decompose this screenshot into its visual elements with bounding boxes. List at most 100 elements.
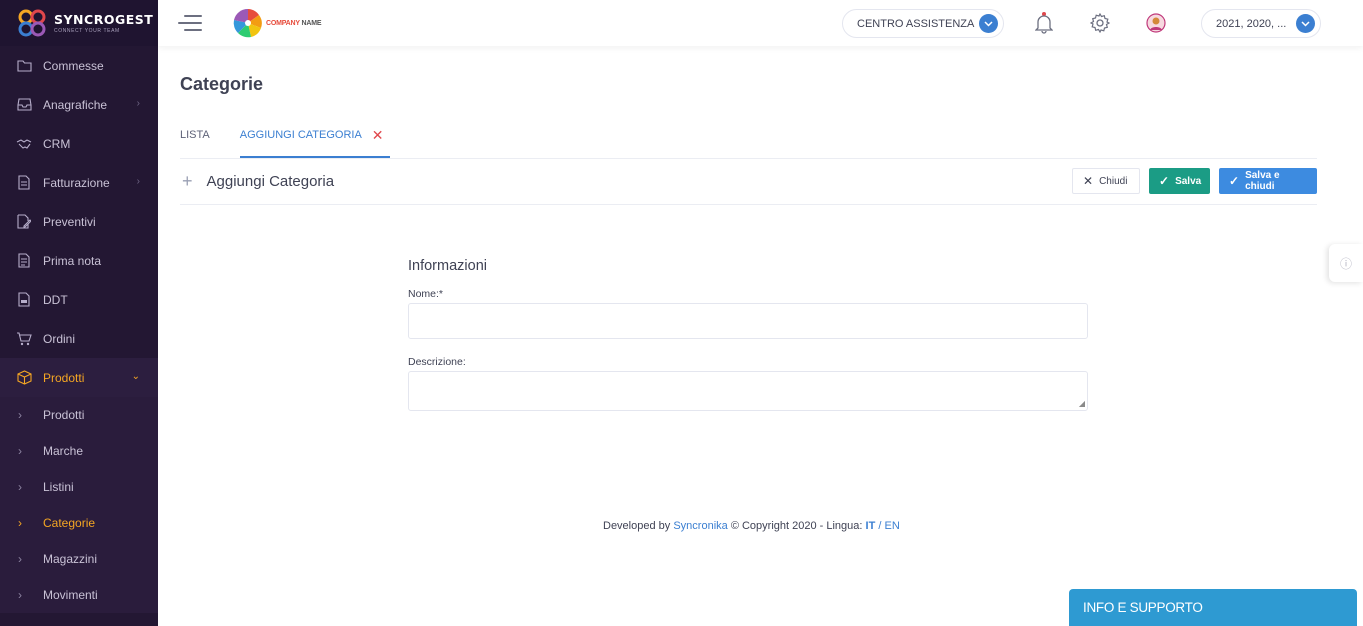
sidebar-subitem-label: Marche [43,444,84,458]
inbox-icon [16,97,32,113]
brand[interactable]: SYNCROGEST CONNECT YOUR TEAM [0,0,158,46]
tabs: LISTA AGGIUNGI CATEGORIA ✕ [180,122,420,159]
box-icon [16,370,32,386]
sidebar-subitem-listini[interactable]: › Listini [0,469,158,505]
sidebar-nav: Commesse Anagrafiche › CRM Fatturazione … [0,46,158,613]
sidebar-subitem-label: Movimenti [43,588,98,602]
chevron-down-icon: ⌄ [131,371,140,382]
support-center-label: CENTRO ASSISTENZA [857,17,975,30]
close-tab-icon[interactable]: ✕ [372,128,384,142]
sidebar-subitem-prodotti[interactable]: › Prodotti [0,397,158,433]
sidebar-subitem-categorie[interactable]: › Categorie [0,505,158,541]
resize-handle-icon[interactable]: ◢ [1079,399,1085,408]
sidebar-item-crm[interactable]: CRM [0,124,158,163]
tab-label: LISTA [180,129,210,141]
notification-bell-icon[interactable] [1033,12,1055,34]
lang-en-link[interactable]: EN [885,520,900,532]
sidebar: SYNCROGEST CONNECT YOUR TEAM Commesse An… [0,0,158,626]
save-button[interactable]: ✓ Salva [1149,168,1210,194]
save-button-label: Salva [1175,175,1202,187]
sidebar-item-label: Prodotti [43,370,85,385]
sidebar-item-anagrafiche[interactable]: Anagrafiche › [0,85,158,124]
save-and-close-button-label: Salva e chiudi [1245,170,1280,192]
sidebar-item-fatturazione[interactable]: Fatturazione › [0,163,158,202]
name-input[interactable] [408,303,1088,339]
sidebar-item-prodotti[interactable]: Prodotti ⌄ [0,358,158,397]
close-button-label: Chiudi [1099,175,1128,187]
close-icon: ✕ [1083,174,1094,188]
chevron-right-icon: › [136,98,140,109]
footer: Developed by Syncronika © Copyright 2020… [603,520,900,532]
chevron-right-icon: › [18,480,22,494]
info-panel-toggle[interactable]: ⓘ [1329,244,1363,282]
settings-gear-icon[interactable] [1089,12,1111,34]
chevron-down-icon [979,14,998,33]
sidebar-item-preventivi[interactable]: Preventivi [0,202,158,241]
user-avatar[interactable] [1145,12,1167,34]
sidebar-subitem-label: Magazzini [43,552,98,566]
info-circle-icon: ⓘ [1339,256,1352,271]
page-title: Categorie [180,74,264,94]
sidebar-item-label: DDT [43,292,68,307]
chevron-right-icon: › [18,588,22,602]
support-center-dropdown[interactable]: CENTRO ASSISTENZA [842,9,1004,38]
footer-developed-by: Developed by [603,520,671,532]
save-and-close-button[interactable]: ✓ Salva e chiudi [1219,168,1317,194]
close-button[interactable]: ✕ Chiudi [1072,168,1140,194]
sidebar-item-label: Commesse [43,58,104,73]
sidebar-subitem-label: Listini [43,480,74,494]
description-textarea[interactable]: ◢ [408,371,1088,411]
sidebar-item-label: Fatturazione [43,175,110,190]
pinwheel-logo-icon [233,8,262,38]
sidebar-item-label: Prima nota [43,253,102,268]
sidebar-subitem-magazzini[interactable]: › Magazzini [0,541,158,577]
handshake-icon [16,136,32,152]
ddt-icon [16,292,32,308]
sidebar-item-prima-nota[interactable]: Prima nota [0,241,158,280]
document-icon [16,175,32,191]
sidebar-item-label: Ordini [43,331,76,346]
chevron-right-icon: › [136,176,140,187]
chevron-right-icon: › [18,516,22,530]
lang-separator: / [878,520,882,532]
syncrogest-logo-icon [16,7,48,39]
form-section-title: Informazioni [408,258,487,274]
sidebar-item-label: Preventivi [43,214,96,229]
sidebar-item-commesse[interactable]: Commesse [0,46,158,85]
cart-icon [16,331,32,347]
sidebar-item-label: CRM [43,136,71,151]
app-root: SYNCROGEST CONNECT YOUR TEAM Commesse An… [0,0,1363,626]
sidebar-subitem-marche[interactable]: › Marche [0,433,158,469]
brand-name: SYNCROGEST [54,12,154,27]
sidebar-item-label: Anagrafiche [43,97,108,112]
sidebar-item-ordini[interactable]: Ordini [0,319,158,358]
footer-company-link[interactable]: Syncronika [673,520,727,532]
info-support-label: INFO E SUPPORTO [1083,600,1203,615]
company-logo[interactable]: COMPANY NAME [232,7,321,39]
lang-it-link[interactable]: IT [866,520,876,532]
category-form: Informazioni Nome:* Descrizione: ◢ [408,258,1088,411]
chevron-right-icon: › [18,444,22,458]
main-content: Categorie LISTA AGGIUNGI CATEGORIA ✕ + A… [158,46,1363,626]
description-label: Descrizione: [408,356,466,368]
menu-toggle-icon[interactable] [178,15,202,31]
sidebar-subitem-label: Prodotti [43,408,85,422]
sidebar-item-ddt[interactable]: DDT [0,280,158,319]
tab-label: AGGIUNGI CATEGORIA [239,129,362,141]
edit-document-icon [16,214,32,230]
sidebar-subitem-label: Categorie [43,516,96,530]
tab-aggiungi-categoria[interactable]: AGGIUNGI CATEGORIA ✕ [239,122,390,158]
chevron-right-icon: › [18,408,22,422]
name-label: Nome:* [408,288,444,300]
footer-copyright: © Copyright 2020 - Lingua: [730,520,863,532]
sidebar-subitem-movimenti[interactable]: › Movimenti [0,577,158,613]
year-selector-dropdown[interactable]: 2021, 2020, ... [1201,9,1321,38]
company-name-text: COMPANY NAME [266,19,322,27]
year-selector-label: 2021, 2020, ... [1216,17,1287,30]
info-support-widget[interactable]: INFO E SUPPORTO [1069,589,1357,626]
check-icon: ✓ [1159,174,1170,188]
check-icon: ✓ [1229,174,1240,188]
chevron-down-icon [1296,14,1315,33]
form-toolbar: + Aggiungi Categoria ✕ Chiudi ✓ Salva ✓ … [180,159,1317,205]
tab-lista[interactable]: LISTA [180,122,210,158]
